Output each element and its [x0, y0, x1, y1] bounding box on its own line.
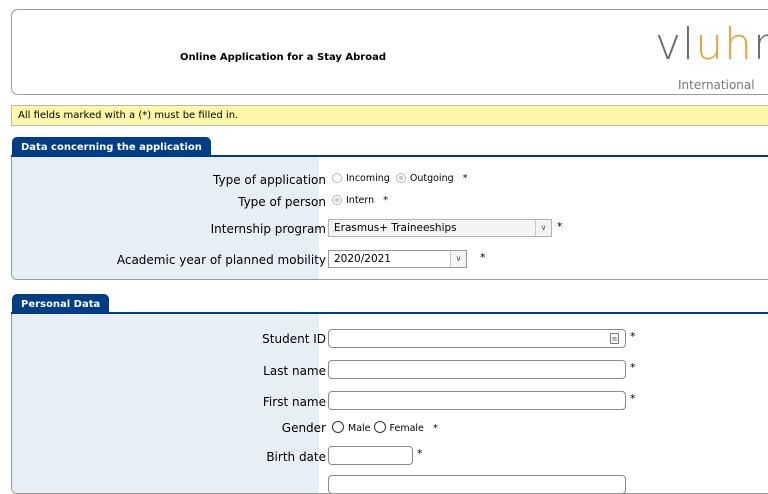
tab-application-data: Data concerning the application: [12, 137, 211, 157]
required-marker: *: [383, 195, 388, 206]
required-marker: *: [432, 423, 438, 434]
birth-date-label: Birth date: [266, 450, 326, 464]
type-of-person-options: Intern *: [332, 195, 388, 206]
chevron-down-icon: ∨: [450, 251, 466, 267]
required-marker: *: [417, 447, 423, 460]
required-marker: *: [630, 330, 636, 343]
academic-year-select[interactable]: 2020/2021 ∨: [328, 250, 467, 268]
academic-year-label: Academic year of planned mobility: [116, 253, 326, 267]
intern-radio[interactable]: [332, 195, 342, 205]
required-marker: *: [557, 220, 563, 233]
last-name-label: Last name: [263, 364, 326, 378]
type-of-application-label: Type of application: [213, 173, 326, 187]
type-of-person-label: Type of person: [238, 195, 326, 209]
logo-subtitle: International: [678, 78, 755, 92]
chevron-down-icon: ∨: [535, 220, 551, 236]
type-of-application-options: Incoming Outgoing *: [332, 173, 467, 184]
internship-program-select[interactable]: Erasmus+ Traineeships ∨: [328, 219, 552, 237]
required-marker: *: [480, 251, 486, 264]
tab-personal-data: Personal Data: [12, 294, 110, 314]
first-name-label: First name: [262, 395, 326, 409]
id-card-icon[interactable]: ≡: [610, 333, 619, 344]
male-radio[interactable]: [332, 421, 344, 433]
page-title: Online Application for a Stay Abroad: [180, 52, 387, 63]
page-header: Online Application for a Stay Abroad vlu…: [11, 9, 768, 95]
first-name-input[interactable]: [328, 391, 626, 410]
vluhr-logo: vluhr: [655, 19, 768, 70]
gender-options: Male Female *: [332, 421, 438, 434]
application-panel: Type of application Incoming Outgoing * …: [11, 157, 768, 280]
required-fields-notice: All fields marked with a (*) must be fil…: [11, 105, 768, 126]
student-id-label: Student ID: [262, 332, 326, 346]
required-marker: *: [630, 361, 636, 374]
internship-program-label: Internship program: [210, 222, 326, 236]
female-radio[interactable]: [373, 421, 386, 433]
required-marker: *: [630, 392, 636, 405]
incoming-radio[interactable]: [332, 173, 342, 183]
personal-data-panel: Student ID ≡ * Last name * First name * …: [11, 314, 768, 494]
gender-label: Gender: [281, 421, 326, 435]
outgoing-radio[interactable]: [395, 173, 406, 183]
next-field-input[interactable]: [328, 475, 626, 493]
student-id-input[interactable]: ≡: [328, 329, 626, 348]
last-name-input[interactable]: [328, 360, 626, 379]
birth-date-input[interactable]: [328, 446, 413, 465]
required-marker: *: [462, 173, 468, 184]
